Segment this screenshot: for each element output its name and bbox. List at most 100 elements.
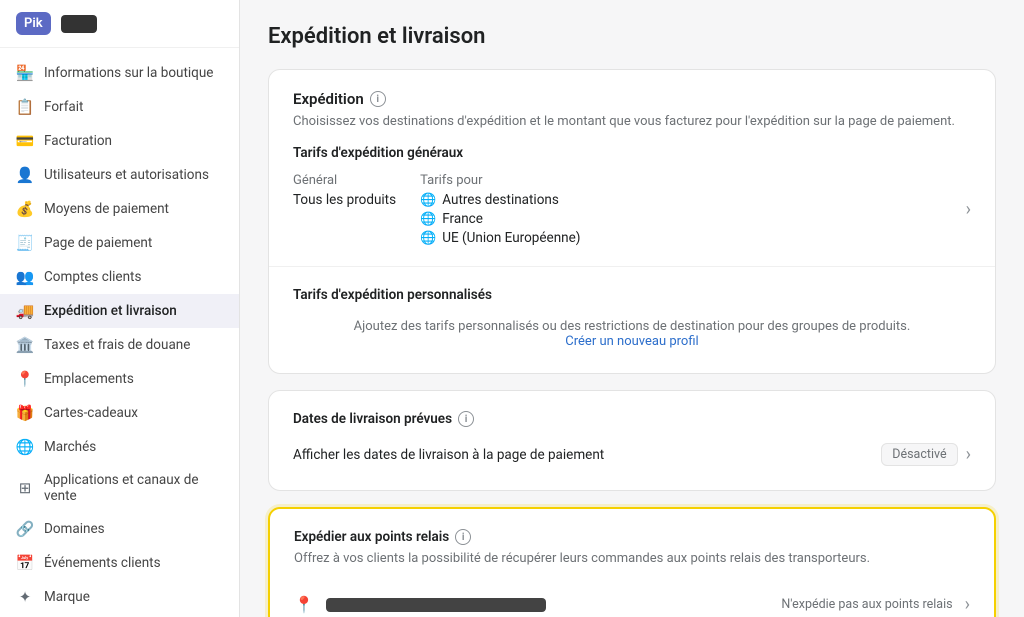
taxes-icon: 🏛️ bbox=[16, 336, 34, 354]
cartes-cadeaux-icon: 🎁 bbox=[16, 404, 34, 422]
sidebar-item-utilisateurs[interactable]: 👤 Utilisateurs et autorisations bbox=[0, 158, 239, 192]
expedition-section: Expédition i Choisissez vos destinations… bbox=[269, 70, 995, 266]
sidebar: Pik 🏪 Informations sur la boutique 📋 Forfai… bbox=[0, 0, 240, 617]
applications-icon: ⊞ bbox=[16, 479, 34, 497]
domaines-icon: 🔗 bbox=[16, 520, 34, 538]
sidebar-item-page-paiement[interactable]: 🧾 Page de paiement bbox=[0, 226, 239, 260]
sidebar-label-moyens-paiement: Moyens de paiement bbox=[44, 201, 169, 217]
custom-tarifs-desc: Ajoutez des tarifs personnalisés ou des … bbox=[293, 311, 971, 353]
points-relais-title: Expédier aux points relais i bbox=[294, 529, 970, 545]
sidebar-label-marque: Marque bbox=[44, 589, 90, 605]
comptes-clients-icon: 👥 bbox=[16, 268, 34, 286]
destinations-list: 🌐Autres destinations 🌐France 🌐UE (Union Eu… bbox=[420, 192, 580, 246]
tarifs-generaux-title: Tarifs d'expédition généraux bbox=[293, 145, 971, 161]
sidebar-label-utilisateurs: Utilisateurs et autorisations bbox=[44, 167, 209, 183]
marches-icon: 🌐 bbox=[16, 438, 34, 456]
delivery-status-row: Désactivé › bbox=[881, 443, 971, 466]
evenements-icon: 📅 bbox=[16, 554, 34, 572]
marque-icon: ✦ bbox=[16, 588, 34, 606]
tarifs-personnalises-section: Tarifs d'expédition personnalisés Ajoute… bbox=[269, 266, 995, 373]
sidebar-label-page-paiement: Page de paiement bbox=[44, 235, 152, 251]
destination-item: 🌐Autres destinations bbox=[420, 192, 580, 208]
tarifs-row: Général Tous les produits Tarifs pour 🌐A… bbox=[293, 173, 580, 246]
sidebar-label-marches: Marchés bbox=[44, 439, 96, 455]
sidebar-item-facturation[interactable]: 💳 Facturation bbox=[0, 124, 239, 158]
location-icon: 📍 bbox=[294, 595, 314, 614]
tarifs-personnalises-title: Tarifs d'expédition personnalisés bbox=[293, 287, 971, 303]
redacted-name-bar bbox=[326, 598, 546, 612]
page-title: Expédition et livraison bbox=[268, 24, 996, 49]
points-relais-info-icon[interactable]: i bbox=[455, 529, 471, 545]
sidebar-label-emplacements: Emplacements bbox=[44, 371, 134, 387]
main-content: Expédition et livraison Expédition i Cho… bbox=[240, 0, 1024, 617]
sidebar-label-taxes: Taxes et frais de douane bbox=[44, 337, 190, 353]
sidebar-item-taxes[interactable]: 🏛️ Taxes et frais de douane bbox=[0, 328, 239, 362]
general-label: Général bbox=[293, 173, 396, 188]
sidebar-item-emplacements[interactable]: 📍 Emplacements bbox=[0, 362, 239, 396]
expedition-title: Expédition i bbox=[293, 90, 971, 108]
sidebar-item-forfait[interactable]: 📋 Forfait bbox=[0, 90, 239, 124]
page-paiement-icon: 🧾 bbox=[16, 234, 34, 252]
globe-icon: 🌐 bbox=[420, 231, 436, 246]
general-value: Tous les produits bbox=[293, 192, 396, 208]
sidebar-label-informations: Informations sur la boutique bbox=[44, 65, 213, 81]
desactive-badge: Désactivé bbox=[881, 443, 957, 466]
points-relais-card: Expédier aux points relais i Offrez à vo… bbox=[268, 507, 996, 617]
sidebar-item-expedition[interactable]: 🚚 Expédition et livraison bbox=[0, 294, 239, 328]
sidebar-nav: 🏪 Informations sur la boutique 📋 Forfait 💳 Fa… bbox=[0, 48, 239, 617]
relais-chevron-icon: › bbox=[965, 594, 970, 615]
expedition-info-icon[interactable]: i bbox=[370, 91, 386, 107]
delivery-dates-row[interactable]: Afficher les dates de livraison à la pag… bbox=[293, 439, 971, 470]
destination-item: 🌐UE (Union Européenne) bbox=[420, 230, 580, 246]
sidebar-label-forfait: Forfait bbox=[44, 99, 83, 115]
dates-livraison-title: Dates de livraison prévues i bbox=[293, 411, 971, 427]
sidebar-label-applications: Applications et canaux de vente bbox=[44, 472, 223, 504]
sidebar-item-informations[interactable]: 🏪 Informations sur la boutique bbox=[0, 56, 239, 90]
sidebar-header: Pik bbox=[0, 0, 239, 48]
points-relais-desc: Offrez à vos clients la possibilité de r… bbox=[294, 551, 970, 566]
points-relais-section: Expédier aux points relais i Offrez à vo… bbox=[270, 509, 994, 617]
expedition-desc: Choisissez vos destinations d'expédition… bbox=[293, 114, 971, 129]
facturation-icon: 💳 bbox=[16, 132, 34, 150]
sidebar-item-marches[interactable]: 🌐 Marchés bbox=[0, 430, 239, 464]
points-relais-row[interactable]: 📍 N'expédie pas aux points relais › bbox=[294, 582, 970, 617]
tarifs-pour-label: Tarifs pour bbox=[420, 173, 580, 188]
sidebar-label-cartes-cadeaux: Cartes-cadeaux bbox=[44, 405, 138, 421]
expedition-card: Expédition i Choisissez vos destinations… bbox=[268, 69, 996, 374]
sidebar-item-marque[interactable]: ✦ Marque bbox=[0, 580, 239, 614]
globe-icon: 🌐 bbox=[420, 193, 436, 208]
sidebar-item-domaines[interactable]: 🔗 Domaines bbox=[0, 512, 239, 546]
sidebar-label-expedition: Expédition et livraison bbox=[44, 303, 177, 319]
tarif-destinations-col: Tarifs pour 🌐Autres destinations🌐France🌐… bbox=[420, 173, 580, 246]
sidebar-item-evenements[interactable]: 📅 Événements clients bbox=[0, 546, 239, 580]
expedition-icon: 🚚 bbox=[16, 302, 34, 320]
destination-item: 🌐France bbox=[420, 211, 580, 227]
sidebar-label-evenements: Événements clients bbox=[44, 555, 161, 571]
sidebar-item-cartes-cadeaux[interactable]: 🎁 Cartes-cadeaux bbox=[0, 396, 239, 430]
sidebar-item-applications[interactable]: ⊞ Applications et canaux de vente bbox=[0, 464, 239, 512]
logo-bar bbox=[61, 15, 97, 33]
utilisateurs-icon: 👤 bbox=[16, 166, 34, 184]
tarifs-chevron-icon: › bbox=[966, 199, 971, 220]
tarifs-row-container[interactable]: Général Tous les produits Tarifs pour 🌐A… bbox=[293, 173, 971, 246]
delivery-dates-label: Afficher les dates de livraison à la pag… bbox=[293, 447, 604, 463]
creer-profil-link[interactable]: Créer un nouveau profil bbox=[565, 334, 698, 349]
dates-info-icon[interactable]: i bbox=[458, 411, 474, 427]
sidebar-label-comptes-clients: Comptes clients bbox=[44, 269, 141, 285]
emplacements-icon: 📍 bbox=[16, 370, 34, 388]
tarifs-generaux-section: Tarifs d'expédition généraux Général Tou… bbox=[293, 145, 971, 246]
moyens-paiement-icon: 💰 bbox=[16, 200, 34, 218]
logo-text: Pik bbox=[16, 12, 51, 35]
sidebar-label-facturation: Facturation bbox=[44, 133, 112, 149]
relais-status-label: N'expédie pas aux points relais bbox=[781, 597, 952, 612]
globe-icon: 🌐 bbox=[420, 212, 436, 227]
forfait-icon: 📋 bbox=[16, 98, 34, 116]
informations-icon: 🏪 bbox=[16, 64, 34, 82]
dates-livraison-section: Dates de livraison prévues i Afficher le… bbox=[269, 391, 995, 490]
tarif-general-col: Général Tous les produits bbox=[293, 173, 396, 208]
sidebar-label-domaines: Domaines bbox=[44, 521, 105, 537]
sidebar-item-moyens-paiement[interactable]: 💰 Moyens de paiement bbox=[0, 192, 239, 226]
dates-chevron-icon: › bbox=[966, 444, 971, 465]
dates-livraison-card: Dates de livraison prévues i Afficher le… bbox=[268, 390, 996, 491]
sidebar-item-comptes-clients[interactable]: 👥 Comptes clients bbox=[0, 260, 239, 294]
